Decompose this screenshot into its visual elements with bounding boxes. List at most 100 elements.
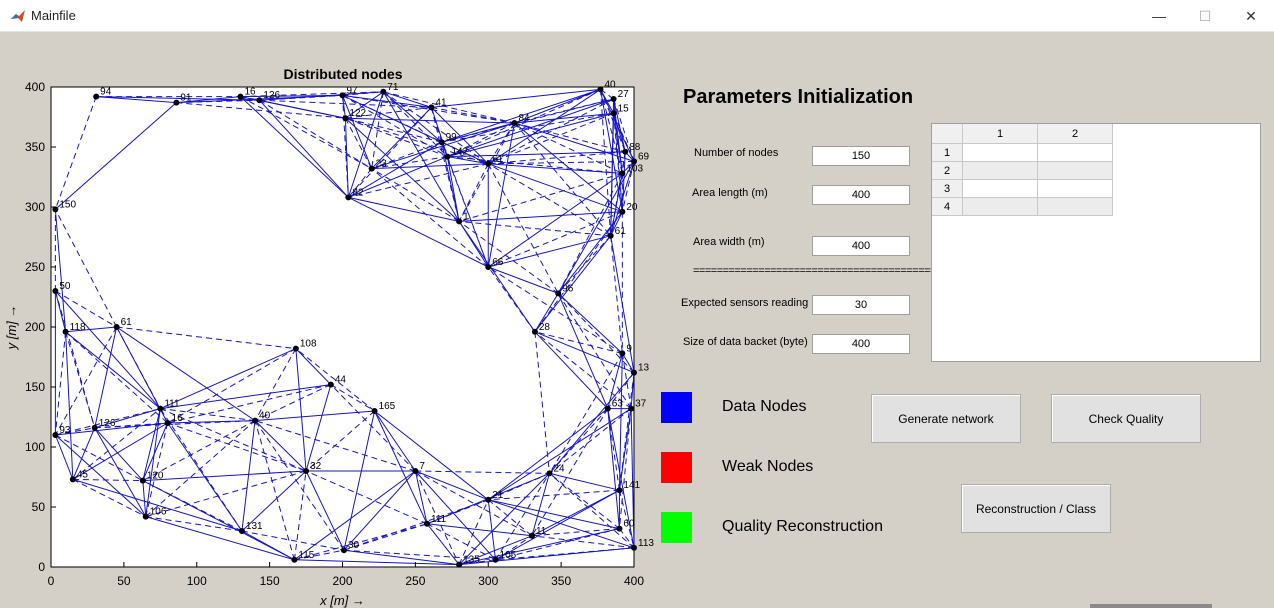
node-id-label: 61 bbox=[615, 226, 627, 237]
sensor-node[interactable] bbox=[380, 88, 387, 95]
sensor-node[interactable] bbox=[62, 328, 69, 335]
table-cell[interactable] bbox=[1038, 180, 1113, 198]
close-button[interactable]: ✕ bbox=[1228, 0, 1274, 32]
expected-sensors-input[interactable]: 30 bbox=[812, 295, 910, 315]
sensor-node[interactable] bbox=[91, 424, 98, 431]
node-id-label: 99 bbox=[446, 132, 458, 143]
sensor-node[interactable] bbox=[424, 520, 431, 527]
generate-network-button[interactable]: Generate network bbox=[871, 394, 1021, 443]
sensor-node[interactable] bbox=[256, 97, 263, 104]
sensor-node[interactable] bbox=[438, 139, 445, 146]
sensor-node[interactable] bbox=[368, 165, 375, 172]
sensor-node[interactable] bbox=[456, 218, 463, 225]
sensor-node[interactable] bbox=[555, 290, 562, 297]
table-cell[interactable] bbox=[963, 162, 1038, 180]
sensor-node[interactable] bbox=[616, 525, 623, 532]
sensor-node[interactable] bbox=[619, 350, 626, 357]
matlab-icon bbox=[10, 8, 26, 24]
node-id-label: 45 bbox=[77, 469, 89, 480]
sensor-node[interactable] bbox=[485, 496, 492, 503]
node-id-label: 30 bbox=[348, 540, 360, 551]
node-id-label: 93 bbox=[59, 425, 71, 436]
reconstruction-class-button[interactable]: Reconstruction / Class bbox=[961, 484, 1111, 533]
sensor-node[interactable] bbox=[607, 232, 614, 239]
table-cell[interactable] bbox=[1038, 144, 1113, 162]
check-quality-button[interactable]: Check Quality bbox=[1051, 394, 1201, 443]
network-plot[interactable]: 949116 126 97 71418440271588691032061913371… bbox=[0, 52, 660, 608]
sensor-node[interactable] bbox=[412, 468, 419, 474]
sensor-node[interactable] bbox=[292, 345, 299, 352]
sensor-node[interactable] bbox=[485, 160, 492, 167]
table-col-header[interactable]: 2 bbox=[1038, 124, 1113, 144]
sensor-node[interactable] bbox=[610, 110, 617, 117]
table-cell[interactable] bbox=[963, 144, 1038, 162]
sensor-node[interactable] bbox=[139, 477, 146, 484]
table-cell[interactable] bbox=[963, 180, 1038, 198]
node-id-label: 96 bbox=[562, 283, 574, 294]
sensor-node[interactable] bbox=[444, 153, 451, 160]
sensor-node[interactable] bbox=[610, 96, 617, 102]
sensor-node[interactable] bbox=[340, 547, 347, 554]
sensor-node[interactable] bbox=[492, 556, 499, 563]
sensor-node[interactable] bbox=[238, 528, 245, 534]
sensor-node[interactable] bbox=[339, 92, 346, 99]
sensor-node[interactable] bbox=[546, 470, 553, 477]
sensor-node[interactable] bbox=[142, 513, 149, 520]
node-id-label: 82 bbox=[352, 187, 364, 198]
results-table[interactable]: 1 2 1 2 3 4 bbox=[931, 123, 1261, 362]
sensor-node[interactable] bbox=[619, 170, 626, 177]
sensor-node[interactable] bbox=[157, 405, 164, 412]
sensor-node[interactable] bbox=[616, 487, 623, 494]
node-id-label: 165 bbox=[379, 401, 396, 412]
weak-nodes-swatch bbox=[661, 452, 692, 483]
sensor-node[interactable] bbox=[622, 148, 629, 155]
sensor-node[interactable] bbox=[173, 99, 180, 106]
sensor-node[interactable] bbox=[52, 432, 59, 438]
sensor-node[interactable] bbox=[69, 476, 76, 483]
sensor-node[interactable] bbox=[456, 561, 463, 568]
sensor-node[interactable] bbox=[628, 405, 635, 412]
table-cell[interactable] bbox=[1038, 162, 1113, 180]
sensor-node[interactable] bbox=[531, 328, 538, 335]
sensor-node[interactable] bbox=[528, 532, 535, 539]
node-id-label: 105 bbox=[500, 550, 517, 561]
number-of-nodes-input[interactable]: 150 bbox=[812, 146, 910, 166]
sensor-node[interactable] bbox=[485, 264, 492, 270]
area-length-input[interactable]: 400 bbox=[812, 185, 910, 205]
node-id-label: 115 bbox=[298, 550, 314, 561]
sensor-node[interactable] bbox=[511, 120, 518, 126]
y-tick-label: 350 bbox=[25, 140, 45, 154]
sensor-node[interactable] bbox=[303, 468, 310, 474]
node-id-label: 111 bbox=[431, 514, 447, 525]
table-cell[interactable] bbox=[963, 198, 1038, 216]
sensor-node[interactable] bbox=[619, 208, 626, 215]
sensor-node[interactable] bbox=[342, 115, 349, 122]
sensor-node[interactable] bbox=[604, 405, 611, 412]
minimize-button[interactable]: — bbox=[1136, 0, 1182, 32]
sensor-node[interactable] bbox=[597, 86, 604, 93]
sensor-node[interactable] bbox=[371, 408, 378, 414]
node-id-label: 24 bbox=[553, 463, 565, 474]
sensor-node[interactable] bbox=[164, 420, 171, 426]
node-id-label: 37 bbox=[635, 399, 647, 410]
sensor-node[interactable] bbox=[327, 381, 334, 388]
window-title: Mainfile bbox=[31, 8, 76, 23]
sensor-node[interactable] bbox=[93, 93, 100, 100]
sensor-node[interactable] bbox=[428, 104, 435, 111]
sensor-node[interactable] bbox=[52, 288, 59, 294]
x-tick-label: 50 bbox=[117, 574, 131, 588]
y-axis-label: y [m] → bbox=[4, 305, 19, 351]
sensor-node[interactable] bbox=[237, 93, 244, 100]
node-id-label: 13 bbox=[638, 363, 650, 374]
sensor-node[interactable] bbox=[291, 556, 298, 563]
maximize-button[interactable]: ☐ bbox=[1182, 0, 1228, 32]
data-backet-size-input[interactable]: 400 bbox=[812, 334, 910, 354]
sensor-node[interactable] bbox=[345, 194, 352, 201]
table-cell[interactable] bbox=[1038, 198, 1113, 216]
sensor-node[interactable] bbox=[631, 369, 637, 376]
sensor-node[interactable] bbox=[113, 324, 120, 330]
table-col-header[interactable]: 1 bbox=[963, 124, 1038, 144]
sensor-node[interactable] bbox=[631, 544, 637, 551]
area-width-input[interactable]: 400 bbox=[812, 236, 910, 256]
sensor-node[interactable] bbox=[252, 417, 259, 424]
